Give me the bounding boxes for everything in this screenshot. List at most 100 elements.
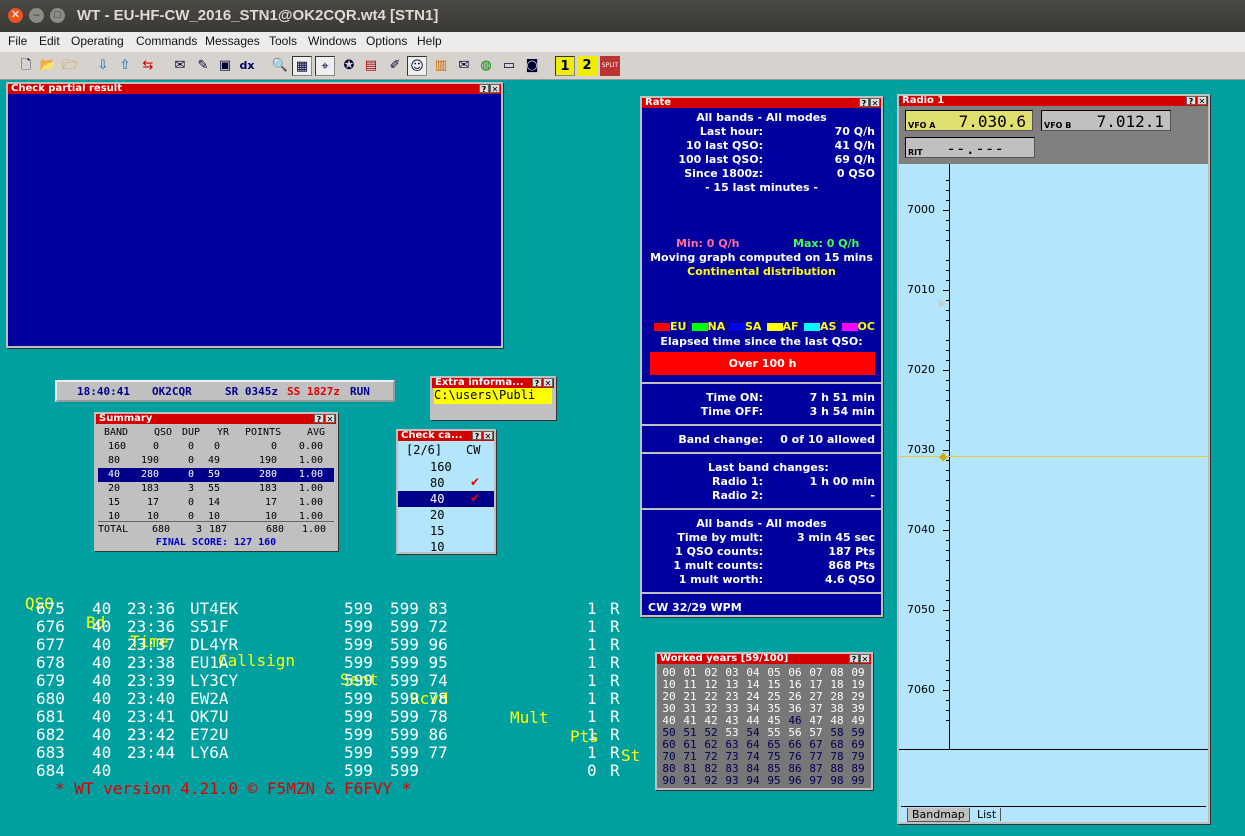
menu-tools[interactable]: Tools: [269, 34, 297, 48]
summary-row[interactable]: 40 280 0 59 280 1.00: [98, 468, 334, 482]
check-call-row[interactable]: 10: [398, 539, 494, 555]
help-icon[interactable]: ?: [479, 84, 489, 94]
minimize-button[interactable]: –: [29, 8, 44, 23]
log-row[interactable]: 680 40 23:40 EW2A 599 599 78 1 R: [0, 689, 640, 708]
tab-bandmap[interactable]: Bandmap: [907, 808, 970, 822]
scale-minor-tick: [946, 720, 949, 721]
menu-options[interactable]: Options: [366, 34, 407, 48]
worked-year-cell[interactable]: 98: [827, 774, 847, 787]
summary-cell: 59: [207, 469, 220, 480]
rit-display[interactable]: RIT --.---: [905, 137, 1035, 158]
terminal-icon[interactable]: ▣: [215, 56, 235, 76]
help-icon[interactable]: ?: [472, 431, 482, 441]
search-icon[interactable]: 🔍: [270, 56, 290, 76]
menu-messages[interactable]: Messages: [205, 34, 260, 48]
log-row[interactable]: 683 40 23:44 LY6A 599 599 77 1 R: [0, 743, 640, 762]
close-icon[interactable]: ✕: [490, 84, 500, 94]
total-avg: 1.00: [302, 524, 327, 535]
close-button[interactable]: ✕: [8, 8, 23, 23]
log-row[interactable]: 684 40 599 599 0 R: [0, 761, 640, 780]
summary-row[interactable]: 80 190 0 49 190 1.00: [98, 454, 334, 468]
log-cell: 599: [344, 689, 373, 708]
edit-icon[interactable]: ✐: [385, 56, 405, 76]
worked-year-cell[interactable]: 92: [701, 774, 721, 787]
radio-1-button[interactable]: 1: [555, 56, 575, 76]
worked-year-cell[interactable]: 95: [764, 774, 784, 787]
scale-minor-tick: [946, 190, 949, 191]
new-file-icon[interactable]: 🗋: [16, 56, 36, 76]
globe-icon[interactable]: ◍: [476, 56, 496, 76]
note-icon[interactable]: ✎: [193, 56, 213, 76]
map-pin-icon[interactable]: ⌖: [315, 56, 335, 76]
menu-edit[interactable]: Edit: [39, 34, 60, 48]
arrow-up-icon[interactable]: ⇧: [115, 56, 135, 76]
export-icon[interactable]: ⇆: [138, 56, 158, 76]
check-call-row[interactable]: 80 ✔: [398, 475, 494, 491]
stopwatch-icon[interactable]: ◙: [522, 56, 542, 76]
split-button[interactable]: SPLIT: [600, 56, 620, 76]
check-call-row[interactable]: 40 ✔: [398, 491, 494, 507]
help-icon[interactable]: ?: [859, 98, 869, 108]
log-cell: R: [610, 707, 620, 726]
check-call-row[interactable]: 160: [398, 459, 494, 475]
worked-year-cell[interactable]: 97: [806, 774, 826, 787]
check-call-row[interactable]: 15: [398, 523, 494, 539]
worked-year-cell[interactable]: 90: [659, 774, 679, 787]
mail-icon[interactable]: ✉: [454, 56, 474, 76]
help-icon[interactable]: ?: [314, 414, 324, 424]
close-icon[interactable]: ✕: [483, 431, 493, 441]
menu-windows[interactable]: Windows: [308, 34, 357, 48]
log-cell: UT4EK: [190, 599, 239, 618]
close-icon[interactable]: ✕: [1197, 96, 1207, 106]
message-icon[interactable]: ✉: [170, 56, 190, 76]
log-row[interactable]: 677 40 23:37 DL4YR 599 599 96 1 R: [0, 635, 640, 654]
log-row[interactable]: 681 40 23:41 OK7U 599 599 78 1 R: [0, 707, 640, 726]
worked-year-cell[interactable]: 99: [848, 774, 868, 787]
menu-help[interactable]: Help: [417, 34, 442, 48]
help-icon[interactable]: ?: [532, 378, 542, 388]
menu-file[interactable]: File: [8, 34, 27, 48]
user-icon[interactable]: ☺: [407, 56, 427, 76]
vfo-a-display[interactable]: VFO A 7.030.6: [905, 110, 1033, 131]
scale-minor-tick: [946, 300, 949, 301]
open-folder-icon[interactable]: 📂: [38, 56, 58, 76]
log-row[interactable]: 682 40 23:42 E72U 599 599 86 1 R: [0, 725, 640, 744]
band-change-label: Band change:: [678, 433, 763, 446]
close-icon[interactable]: ✕: [860, 654, 870, 664]
folder-up-icon[interactable]: 🗁: [60, 56, 80, 76]
radio-2-button[interactable]: 2: [577, 56, 597, 76]
tab-list[interactable]: List: [973, 808, 1002, 821]
close-icon[interactable]: ✕: [870, 98, 880, 108]
worked-year-cell[interactable]: 94: [743, 774, 763, 787]
summary-row[interactable]: 15 17 0 14 17 1.00: [98, 496, 334, 510]
maximize-button[interactable]: □: [50, 8, 65, 23]
calendar-icon[interactable]: ▤: [361, 56, 381, 76]
scale-minor-tick: [946, 620, 949, 621]
check-call-row[interactable]: 20: [398, 507, 494, 523]
help-icon[interactable]: ?: [849, 654, 859, 664]
log-row[interactable]: 678 40 23:38 EU1A 599 599 95 1 R: [0, 653, 640, 672]
grid-icon[interactable]: ▦: [292, 56, 312, 76]
arrow-down-icon[interactable]: ⇩: [93, 56, 113, 76]
log-cell: R: [610, 617, 620, 636]
menu-operating[interactable]: Operating: [71, 34, 124, 48]
award-icon[interactable]: ✪: [339, 56, 359, 76]
worked-year-cell[interactable]: 91: [680, 774, 700, 787]
menu-commands[interactable]: Commands: [136, 34, 197, 48]
worked-year-cell[interactable]: 96: [785, 774, 805, 787]
window-icon[interactable]: ▭: [499, 56, 519, 76]
log-row[interactable]: 676 40 23:36 S51F 599 599 72 1 R: [0, 617, 640, 636]
close-icon[interactable]: ✕: [543, 378, 553, 388]
worked-year-cell[interactable]: 93: [722, 774, 742, 787]
log-row[interactable]: 675 40 23:36 UT4EK 599 599 83 1 R: [0, 599, 640, 618]
vfo-b-display[interactable]: VFO B 7.012.1: [1041, 110, 1171, 131]
summary-row[interactable]: 20 183 3 55 183 1.00: [98, 482, 334, 496]
summary-row[interactable]: 160 0 0 0 0 0.00: [98, 440, 334, 454]
chart-icon[interactable]: ▥: [431, 56, 451, 76]
mult-label: 1 mult worth:: [678, 573, 763, 586]
close-icon[interactable]: ✕: [325, 414, 335, 424]
summary-cell: 0: [187, 469, 194, 480]
dx-cluster-icon[interactable]: dx: [237, 56, 257, 76]
log-row[interactable]: 679 40 23:39 LY3CY 599 599 74 1 R: [0, 671, 640, 690]
help-icon[interactable]: ?: [1186, 96, 1196, 106]
